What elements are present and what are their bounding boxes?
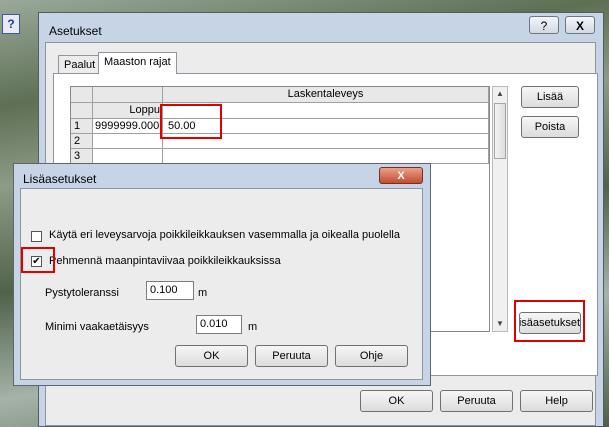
corner-cell [71, 87, 93, 103]
min-horizontal-input[interactable]: 0.010 [196, 315, 242, 334]
row-header-blank [71, 103, 93, 119]
add-button[interactable]: Lisää [521, 86, 579, 108]
option1-label: Käytä eri leveysarvoja poikkileikkauksen… [49, 229, 400, 241]
row-number: 2 [71, 134, 93, 149]
advanced-settings-button[interactable]: Lisäasetukset [519, 312, 581, 334]
header-laskentaleveys: Laskentaleveys [163, 87, 489, 103]
ok-button[interactable]: OK [360, 390, 433, 412]
cell-laskentaleveys[interactable] [163, 149, 489, 164]
row-number: 1 [71, 119, 93, 134]
header-sub-blank [163, 103, 489, 119]
vertical-tolerance-input[interactable]: 0.100 [146, 281, 194, 300]
sub-cancel-button[interactable]: Peruuta [255, 345, 328, 367]
remove-button[interactable]: Poista [521, 116, 579, 138]
subdialog-body: Käytä eri leveysarvoja poikkileikkauksen… [20, 188, 423, 380]
header-blank [93, 87, 163, 103]
vertical-tolerance-label: Pystytoleranssi [45, 287, 119, 299]
cell-loppu[interactable] [93, 149, 163, 164]
scroll-up-icon[interactable]: ▲ [493, 87, 507, 101]
dialog-title: Asetukset [49, 24, 102, 38]
cell-laskentaleveys[interactable] [163, 134, 489, 149]
vertical-tolerance-unit: m [198, 287, 208, 299]
sub-ok-button[interactable]: OK [175, 345, 248, 367]
min-horizontal-label: Minimi vaakaetäisyys [45, 321, 149, 333]
option2-label: Pehmennä maanpintaviivaa poikkileikkauks… [49, 255, 281, 267]
subdialog-title: Lisäasetukset [23, 172, 97, 186]
cell-loppu[interactable] [93, 134, 163, 149]
scroll-down-icon[interactable]: ▼ [493, 317, 507, 331]
close-icon[interactable]: X [379, 167, 423, 184]
min-horizontal-unit: m [248, 321, 258, 333]
title-help-button[interactable]: ? [529, 16, 559, 34]
background-help-icon[interactable]: ? [2, 14, 20, 34]
sub-help-button[interactable]: Ohje [335, 345, 408, 367]
row-number: 3 [71, 149, 93, 164]
tab-paalut[interactable]: Paalut [58, 55, 102, 74]
header-loppu: Loppu [93, 103, 163, 119]
cancel-button[interactable]: Peruuta [440, 390, 513, 412]
option1-checkbox[interactable] [31, 231, 42, 242]
cell-loppu[interactable]: 9999999.000 [93, 119, 163, 134]
scroll-thumb[interactable] [494, 103, 506, 159]
table-scrollbar[interactable]: ▲ ▼ [492, 86, 508, 332]
cell-laskentaleveys[interactable]: 50.00 [163, 119, 489, 134]
tab-maaston-rajat[interactable]: Maaston rajat [98, 52, 177, 74]
help-button[interactable]: Help [520, 390, 593, 412]
advanced-settings-dialog: Lisäasetukset X Käytä eri leveysarvoja p… [13, 163, 431, 386]
title-close-button[interactable]: X [565, 16, 595, 34]
option2-checkbox[interactable]: ✔ [31, 256, 42, 267]
